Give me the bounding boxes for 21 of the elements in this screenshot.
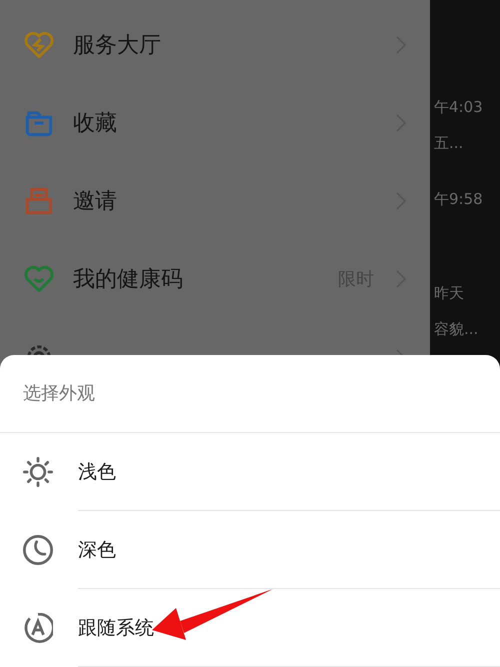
option-label: 深色: [78, 538, 116, 563]
sheet-title: 选择外观: [23, 382, 95, 406]
chat-preview-text: 五...: [434, 133, 464, 154]
chat-preview-text: 午4:03: [434, 97, 484, 118]
appearance-option[interactable]: 浅色: [0, 433, 500, 511]
letter-circle-icon: [23, 613, 53, 643]
chat-preview-text: 午9:58: [434, 189, 484, 210]
menu-label: 服务大厅: [73, 32, 161, 60]
moon-icon: [23, 535, 53, 565]
option-label: 浅色: [78, 460, 116, 485]
menu-item[interactable]: 服务大厅: [0, 6, 430, 84]
appearance-option[interactable]: 深色: [0, 511, 500, 589]
menu-label: 邀请: [73, 188, 117, 216]
menu-item[interactable]: 收藏: [0, 84, 430, 162]
menu-label: 收藏: [73, 110, 117, 138]
menu-item[interactable]: 邀请: [0, 162, 430, 240]
chat-preview-text: 昨天: [434, 283, 465, 304]
option-label: 跟随系统: [78, 616, 154, 641]
menu-label: 我的健康码: [73, 266, 183, 294]
chat-preview-text: 容貌...: [434, 319, 480, 340]
sun-icon: [23, 457, 53, 487]
